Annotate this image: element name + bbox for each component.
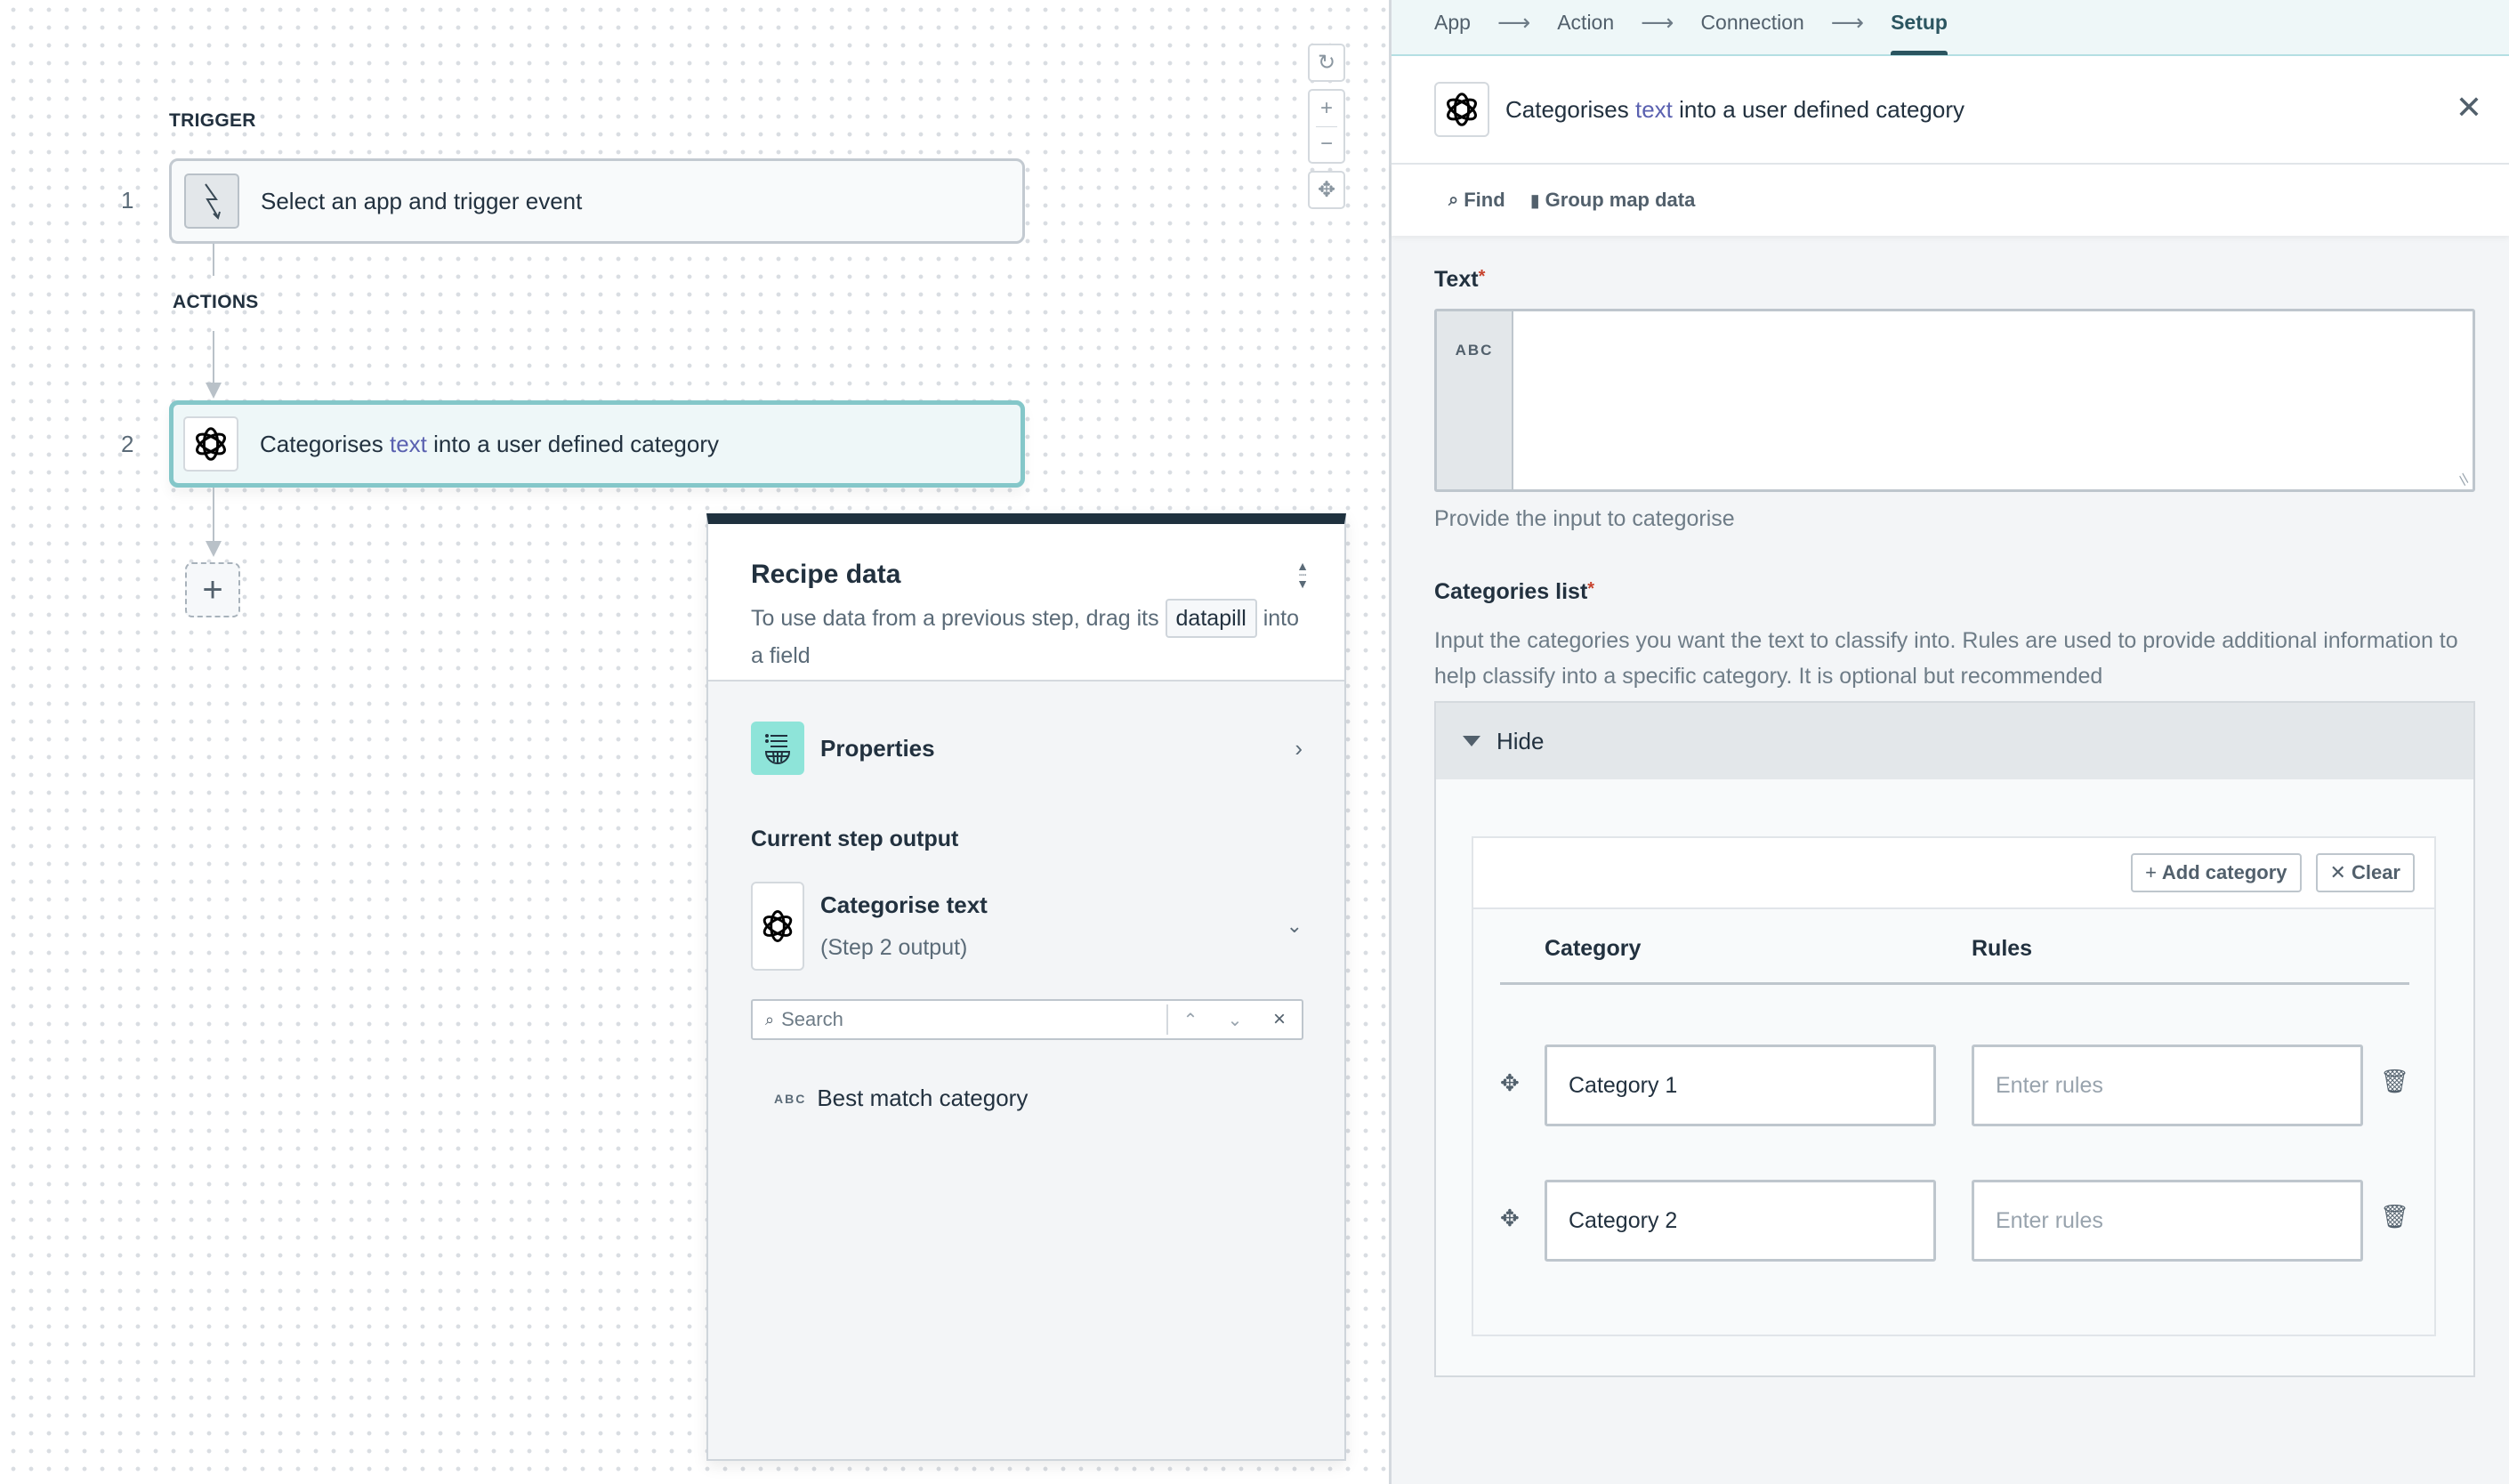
string-type-icon: ABC — [1437, 311, 1513, 489]
current-step-output-label: Current step output — [751, 827, 959, 851]
wizard-step-setup[interactable]: Setup — [1891, 0, 1948, 55]
text-field-label: Text* — [1434, 267, 1486, 292]
recipe-data-panel: Recipe data ▲ ┈ ▼ To use data from a previ… — [706, 513, 1346, 1461]
column-header-rules: Rules — [1972, 936, 2033, 961]
wizard-steps: App ⟶ Action ⟶ Connection ⟶ Setup — [1392, 0, 2509, 56]
openai-icon — [183, 416, 238, 472]
recipe-data-header: Recipe data ▲ ┈ ▼ To use data from a previ… — [708, 524, 1344, 682]
category-input[interactable]: Category 2 — [1545, 1180, 1936, 1262]
properties-icon — [751, 722, 804, 775]
fit-view-button[interactable]: ✥ — [1308, 171, 1345, 209]
find-button[interactable]: ⌕ Find — [1448, 189, 1505, 212]
text-field: ABC // — [1434, 309, 2475, 492]
list-toolbar: + Add category ✕ Clear — [1473, 838, 2434, 909]
trash-icon[interactable]: 🗑 — [2380, 1068, 2409, 1095]
datapill-example: datapill — [1165, 599, 1257, 638]
text-field-hint: Provide the input to categorise — [1434, 506, 1735, 531]
datapill-search: ⌕ ⌃ ⌄ × — [751, 999, 1303, 1040]
trigger-step-card[interactable]: Select an app and trigger event — [169, 158, 1025, 244]
chevron-down-icon: ⌄ — [1286, 915, 1303, 937]
add-category-button[interactable]: + Add category — [2131, 853, 2302, 892]
trash-icon[interactable]: 🗑 — [2380, 1203, 2409, 1230]
step-config-panel: App ⟶ Action ⟶ Connection ⟶ Setup Catego… — [1389, 0, 2509, 1484]
action-step-text: Categorises text into a user defined cat… — [260, 430, 719, 457]
close-panel-button[interactable]: ✕ — [2456, 92, 2482, 124]
drag-handle-icon[interactable]: ✥ — [1500, 1069, 1520, 1097]
categories-label: Categories list* — [1434, 579, 1595, 604]
group-map-data-button[interactable]: ▮ Group map data — [1530, 189, 1696, 212]
table-row: ✥ Category 1 Enter rules 🗑 — [1500, 1044, 2409, 1126]
plus-icon: + — [2145, 861, 2157, 883]
connector-line — [213, 244, 214, 276]
table-row: ✥ Category 2 Enter rules 🗑 — [1500, 1180, 2409, 1262]
group-map-icon: ▮ — [1529, 190, 1540, 211]
wizard-step-action[interactable]: Action — [1557, 0, 1614, 55]
close-icon: ✕ — [2329, 861, 2346, 883]
step-output-sub: (Step 2 output) — [820, 935, 968, 960]
trigger-section-label: TRIGGER — [169, 110, 256, 131]
lightning-icon — [184, 173, 239, 229]
properties-label: Properties — [820, 734, 935, 762]
rules-input[interactable]: Enter rules — [1972, 1180, 2363, 1262]
zoom-controls: + − — [1308, 89, 1345, 164]
step-output-item[interactable]: Categorise text (Step 2 output) ⌄ — [751, 882, 1303, 971]
reset-view-button[interactable]: ↻ — [1308, 44, 1345, 82]
properties-item[interactable]: Properties › — [751, 722, 1303, 775]
step-number: 2 — [121, 431, 134, 457]
datapill-label: Best match category — [817, 1085, 1029, 1111]
panel-header: Categorises text into a user defined cat… — [1392, 56, 2509, 165]
arrow-right-icon: ⟶ — [1641, 9, 1674, 36]
move-icon: ✥ — [1317, 178, 1336, 202]
wizard-step-app[interactable]: App — [1434, 0, 1471, 55]
recipe-data-title: Recipe data — [751, 560, 901, 589]
search-icon: ⌕ — [1448, 190, 1459, 210]
caret-down-icon — [1463, 736, 1480, 746]
category-input[interactable]: Category 1 — [1545, 1044, 1936, 1126]
panel-title: Categorises text into a user defined cat… — [1505, 95, 1964, 123]
categories-list: + Add category ✕ Clear Category Rules ✥ Ca… — [1472, 836, 2436, 1336]
categories-collapsible: Hide + Add category ✕ Clear Category Rules… — [1434, 701, 2475, 1377]
arrow-right-icon: ⟶ — [1830, 9, 1865, 36]
categories-description: Input the categories you want the text t… — [1434, 628, 2458, 689]
action-step-card[interactable]: Categorises text into a user defined cat… — [169, 400, 1025, 488]
datapill-search-input[interactable] — [774, 1008, 1166, 1031]
string-type-icon: ABC — [774, 1091, 807, 1106]
connector-arrow-icon — [206, 383, 222, 399]
reset-icon: ↻ — [1317, 51, 1336, 75]
next-match-button[interactable]: ⌄ — [1213, 1009, 1257, 1031]
resize-handle-icon[interactable]: ▲ ┈ ▼ — [1296, 560, 1309, 590]
setup-form: Text* ABC // Provide the input to catego… — [1434, 267, 2475, 1377]
openai-icon — [1434, 82, 1489, 137]
step-output-name: Categorise text — [820, 891, 988, 918]
table-header: Category Rules — [1500, 936, 2409, 985]
actions-section-label: ACTIONS — [173, 292, 259, 312]
wizard-step-connection[interactable]: Connection — [1700, 0, 1803, 55]
text-input[interactable] — [1513, 311, 2473, 489]
zoom-in-button[interactable]: + — [1310, 91, 1343, 126]
hide-toggle[interactable]: Hide — [1436, 703, 2473, 779]
previous-match-button[interactable]: ⌃ — [1168, 1009, 1213, 1031]
recipe-data-subtitle: To use data from a previous step, drag i… — [751, 599, 1303, 673]
connector-line — [213, 488, 214, 543]
add-step-button[interactable]: + — [185, 562, 240, 617]
connector-line — [213, 331, 214, 383]
column-header-category: Category — [1545, 936, 1642, 961]
drag-handle-icon[interactable]: ✥ — [1500, 1205, 1520, 1232]
panel-toolbar: ⌕ Find ▮ Group map data — [1392, 165, 2509, 236]
recipe-canvas: TRIGGER 1 Select an app and trigger even… — [0, 0, 1389, 1484]
step-number: 1 — [121, 187, 134, 214]
search-icon: ⌕ — [765, 1010, 775, 1028]
connector-arrow-icon — [206, 541, 222, 557]
datapill-item[interactable]: ABC Best match category — [774, 1085, 1028, 1112]
openai-icon — [751, 882, 804, 971]
chevron-right-icon: › — [1295, 734, 1303, 762]
zoom-out-button[interactable]: − — [1310, 126, 1343, 162]
clear-button[interactable]: ✕ Clear — [2315, 853, 2415, 892]
arrow-right-icon: ⟶ — [1497, 9, 1531, 36]
trigger-step-text: Select an app and trigger event — [261, 187, 583, 214]
clear-search-button[interactable]: × — [1257, 1007, 1302, 1032]
rules-input[interactable]: Enter rules — [1972, 1044, 2363, 1126]
